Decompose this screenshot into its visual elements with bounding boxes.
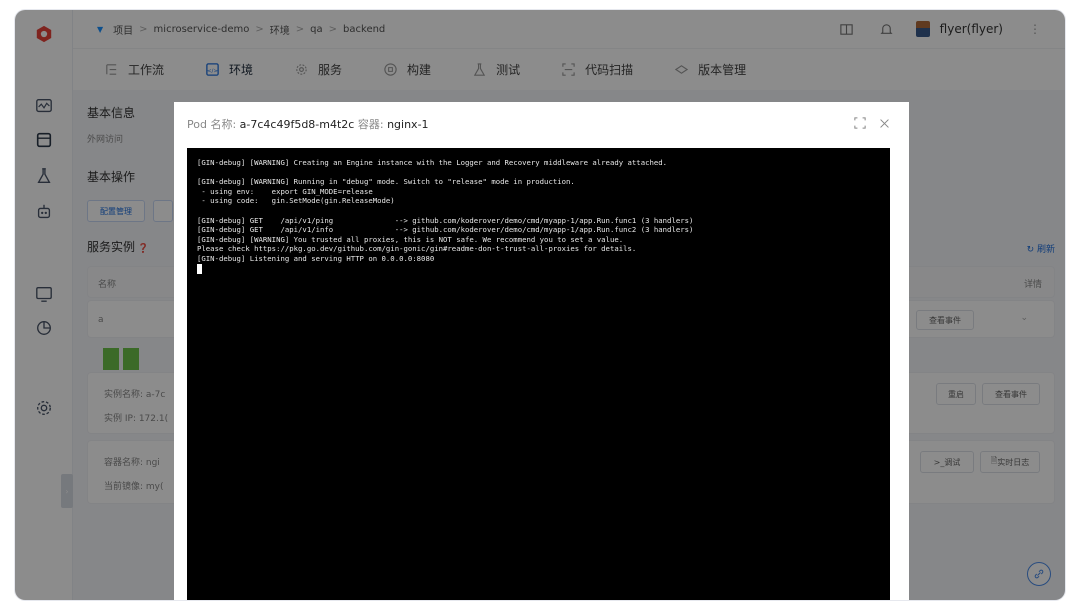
dialog-title: Pod 名称: a-7c4c49f5d8-m4t2c 容器: nginx-1: [187, 116, 429, 132]
terminal-line: [GIN-debug] Listening and serving HTTP o…: [197, 253, 435, 263]
terminal-line: [GIN-debug] GET /api/v1/ping --> github.…: [197, 215, 694, 225]
terminal-line: [GIN-debug] [WARNING] Running in "debug"…: [197, 177, 575, 187]
terminal-dialog: Pod 名称: a-7c4c49f5d8-m4t2c 容器: nginx-1 […: [174, 102, 909, 600]
terminal-output[interactable]: [GIN-debug] [WARNING] Creating an Engine…: [187, 148, 890, 600]
terminal-line: Please check https://pkg.go.dev/github.c…: [197, 244, 637, 254]
terminal-cursor-line: [197, 263, 880, 274]
close-icon[interactable]: [877, 116, 891, 130]
pod-name: a-7c4c49f5d8-m4t2c: [239, 118, 355, 131]
dialog-actions: [843, 116, 891, 130]
terminal-cursor: [197, 263, 202, 274]
terminal-line: [GIN-debug] [WARNING] Creating an Engine…: [197, 158, 668, 167]
terminal-line: - using code: gin.SetMode(gin.ReleaseMod…: [197, 196, 395, 206]
terminal-line: [GIN-debug] [WARNING] You trusted all pr…: [197, 234, 624, 244]
container-name: nginx-1: [387, 118, 429, 131]
fullscreen-icon[interactable]: [853, 116, 867, 130]
pod-label: Pod 名称:: [187, 118, 237, 131]
container-label: 容器:: [357, 118, 384, 131]
terminal-line: - using env: export GIN_MODE=release: [197, 186, 373, 196]
terminal-line: [GIN-debug] GET /api/v1/info --> github.…: [197, 225, 694, 235]
